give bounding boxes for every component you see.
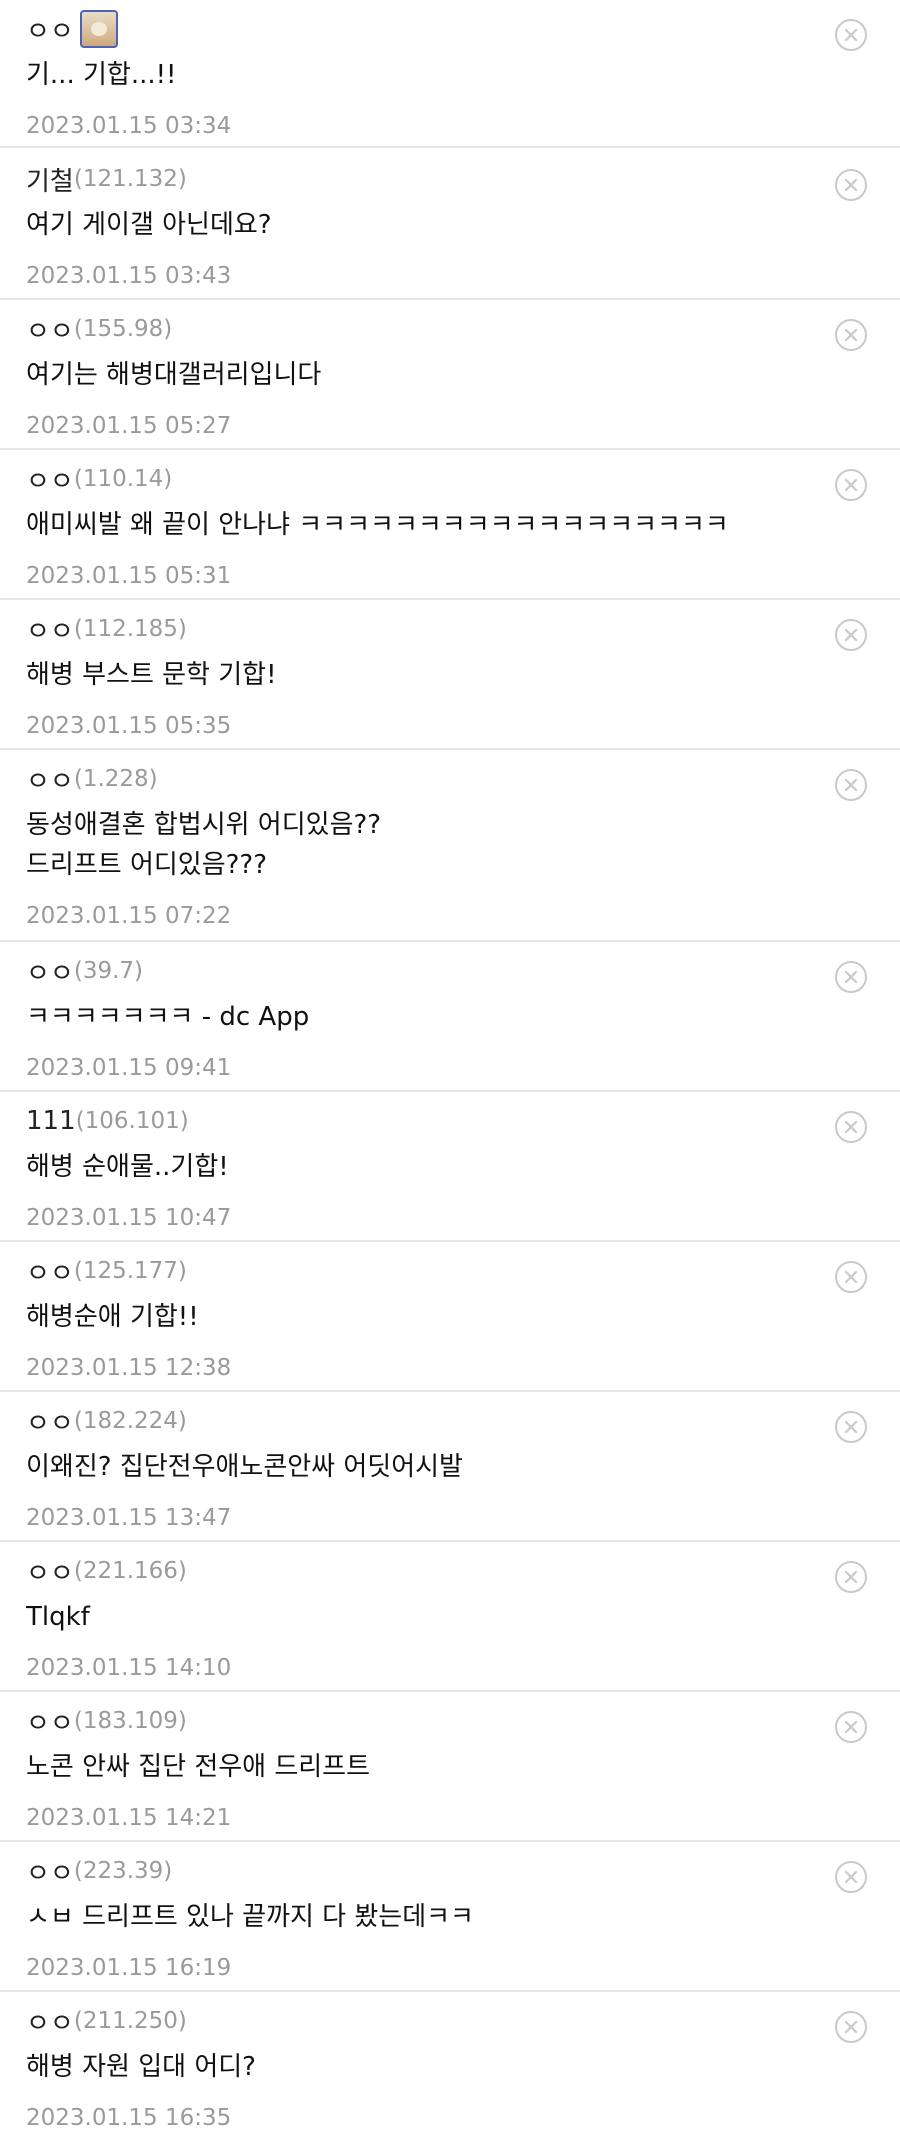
author-ip: (183.109) (73, 1708, 187, 1734)
author-nickname: ㅇㅇ (26, 1708, 74, 1739)
author-ip: (39.7) (73, 958, 144, 984)
comment-item: ㅇㅇ (112.185) 해병 부스트 문학 기합! 2023.01.15 05:35 (0, 600, 900, 750)
author-nickname: ㅇㅇ (26, 1408, 74, 1439)
comment-item: 기철 (121.132) 여기 게이갤 아닌데요? 2023.01.15 03:43 (0, 150, 900, 300)
comment-date: 2023.01.15 03:34 (26, 113, 232, 139)
delete-comment-button[interactable] (835, 1261, 867, 1293)
comment-author: ㅇㅇ (211.250) (26, 2001, 187, 2041)
comment-text: 해병순애 기합!! (26, 1302, 199, 1332)
comment-item: ㅇㅇ (211.250) 해병 자원 입대 어디? 2023.01.15 16:35 (0, 1992, 900, 2142)
comment-author: ㅇㅇ (1.228) (26, 759, 158, 799)
comment-text: 해병 순애물..기합! (26, 1152, 229, 1182)
delete-comment-button[interactable] (835, 961, 867, 993)
delete-comment-button[interactable] (835, 1861, 867, 1893)
delete-comment-button[interactable] (835, 19, 867, 51)
comment-item: ㅇㅇ (39.7) ㅋㅋㅋㅋㅋㅋㅋ - dc App 2023.01.15 09:41 (0, 942, 900, 1092)
comment-author: ㅇㅇ (125.177) (26, 1251, 187, 1291)
author-nickname: ㅇㅇ (26, 1858, 74, 1889)
comment-text: 해병 자원 입대 어디? (26, 2052, 256, 2082)
comment-item: ㅇㅇ (1.228) 동성애결혼 합법시위 어디있음?? 드리프트 어디있음??? 20… (0, 750, 900, 942)
comment-date: 2023.01.15 16:35 (26, 2105, 232, 2131)
comment-author: ㅇㅇ (183.109) (26, 1701, 187, 1741)
comment-text: 여기는 해병대갤러리입니다 (26, 360, 322, 390)
author-nickname: ㅇㅇ (26, 1258, 74, 1289)
comment-text: 애미씨발 왜 끝이 안나냐 ㅋㅋㅋㅋㅋㅋㅋㅋㅋㅋㅋㅋㅋㅋㅋㅋㅋㅋ (26, 510, 729, 540)
author-ip: (155.98) (73, 316, 173, 342)
delete-comment-button[interactable] (835, 1411, 867, 1443)
author-nickname: ㅇㅇ (26, 16, 74, 47)
comment-date: 2023.01.15 10:47 (26, 1205, 232, 1231)
delete-comment-button[interactable] (835, 1561, 867, 1593)
delete-comment-button[interactable] (835, 319, 867, 351)
comment-item: ㅇㅇ (155.98) 여기는 해병대갤러리입니다 2023.01.15 05:27 (0, 300, 900, 450)
comment-item: ㅇㅇ (183.109) 노콘 안싸 집단 전우애 드리프트 2023.01.15 1… (0, 1692, 900, 1842)
comment-author: ㅇㅇ (223.39) (26, 1851, 172, 1891)
comment-date: 2023.01.15 03:43 (26, 263, 232, 289)
comment-author: ㅇㅇ (110.14) (26, 459, 172, 499)
comment-text: 여기 게이갤 아닌데요? (26, 210, 272, 240)
comment-author: ㅇㅇ (112.185) (26, 609, 187, 649)
comment-item: ㅇㅇ (182.224) 이왜진? 집단전우애노콘안싸 어딧어시발 2023.01.1… (0, 1392, 900, 1542)
comment-author: 111 (106.101) (26, 1101, 189, 1141)
comment-author: ㅇㅇ (221.166) (26, 1551, 187, 1591)
comment-date: 2023.01.15 16:19 (26, 1955, 232, 1981)
delete-comment-button[interactable] (835, 769, 867, 801)
comment-author: ㅇㅇ (39.7) (26, 951, 143, 991)
comment-item: ㅇㅇ (110.14) 애미씨발 왜 끝이 안나냐 ㅋㅋㅋㅋㅋㅋㅋㅋㅋㅋㅋㅋㅋㅋㅋㅋ… (0, 450, 900, 600)
comment-date: 2023.01.15 14:21 (26, 1805, 232, 1831)
comment-item: ㅇㅇ (223.39) ㅅㅂ 드리프트 있나 끝까지 다 봤는데ㅋㅋ 2023.01.… (0, 1842, 900, 1992)
author-ip: (112.185) (73, 616, 187, 642)
comment-date: 2023.01.15 13:47 (26, 1505, 232, 1531)
puppy-avatar-icon (79, 10, 118, 48)
comment-text: ㅋㅋㅋㅋㅋㅋㅋ - dc App (26, 1002, 310, 1032)
author-ip: (125.177) (73, 1258, 187, 1284)
author-ip: (223.39) (73, 1858, 173, 1884)
author-nickname: ㅇㅇ (26, 2008, 74, 2039)
comment-text: 이왜진? 집단전우애노콘안싸 어딧어시발 (26, 1452, 463, 1482)
author-nickname: ㅇㅇ (26, 766, 74, 797)
author-ip: (106.101) (75, 1108, 189, 1134)
comment-text: ㅅㅂ 드리프트 있나 끝까지 다 봤는데ㅋㅋ (26, 1902, 474, 1932)
comment-text: 동성애결혼 합법시위 어디있음?? (26, 810, 382, 840)
author-nickname: ㅇㅇ (26, 1558, 74, 1589)
author-nickname: ㅇㅇ (26, 316, 74, 347)
author-ip: (121.132) (73, 166, 187, 192)
delete-comment-button[interactable] (835, 1711, 867, 1743)
comment-item: ㅇㅇ (221.166) Tlqkf 2023.01.15 14:10 (0, 1542, 900, 1692)
comment-date: 2023.01.15 05:27 (26, 413, 232, 439)
comment-item: ㅇㅇ 기... 기합...!! 2023.01.15 03:34 (0, 0, 900, 148)
comment-text: 기... 기합...!! (26, 60, 177, 90)
author-nickname: ㅇㅇ (26, 616, 74, 647)
comment-author: ㅇㅇ (182.224) (26, 1401, 187, 1441)
comment-author: 기철 (121.132) (26, 159, 187, 199)
delete-comment-button[interactable] (835, 2011, 867, 2043)
author-nickname: ㅇㅇ (26, 958, 74, 989)
comment-text: Tlqkf (26, 1602, 90, 1632)
comment-date: 2023.01.15 07:22 (26, 903, 232, 929)
comment-date: 2023.01.15 09:41 (26, 1055, 232, 1081)
comment-text: 드리프트 어디있음??? (26, 850, 268, 880)
author-ip: (110.14) (73, 466, 173, 492)
comment-item: ㅇㅇ (125.177) 해병순애 기합!! 2023.01.15 12:38 (0, 1242, 900, 1392)
comment-author: ㅇㅇ (155.98) (26, 309, 172, 349)
author-nickname: 111 (26, 1106, 76, 1136)
comment-author: ㅇㅇ (26, 9, 118, 49)
delete-comment-button[interactable] (835, 469, 867, 501)
delete-comment-button[interactable] (835, 619, 867, 651)
author-ip: (221.166) (73, 1558, 187, 1584)
comment-date: 2023.01.15 12:38 (26, 1355, 232, 1381)
comment-date: 2023.01.15 05:31 (26, 563, 232, 589)
author-nickname: 기철 (26, 166, 74, 197)
author-ip: (1.228) (73, 766, 158, 792)
delete-comment-button[interactable] (835, 169, 867, 201)
comment-text: 해병 부스트 문학 기합! (26, 660, 277, 690)
comment-item: 111 (106.101) 해병 순애물..기합! 2023.01.15 10:47 (0, 1092, 900, 1242)
comment-text: 노콘 안싸 집단 전우애 드리프트 (26, 1752, 371, 1782)
author-nickname: ㅇㅇ (26, 466, 74, 497)
author-ip: (182.224) (73, 1408, 187, 1434)
comment-date: 2023.01.15 14:10 (26, 1655, 232, 1681)
author-ip: (211.250) (73, 2008, 187, 2034)
comment-date: 2023.01.15 05:35 (26, 713, 232, 739)
delete-comment-button[interactable] (835, 1111, 867, 1143)
